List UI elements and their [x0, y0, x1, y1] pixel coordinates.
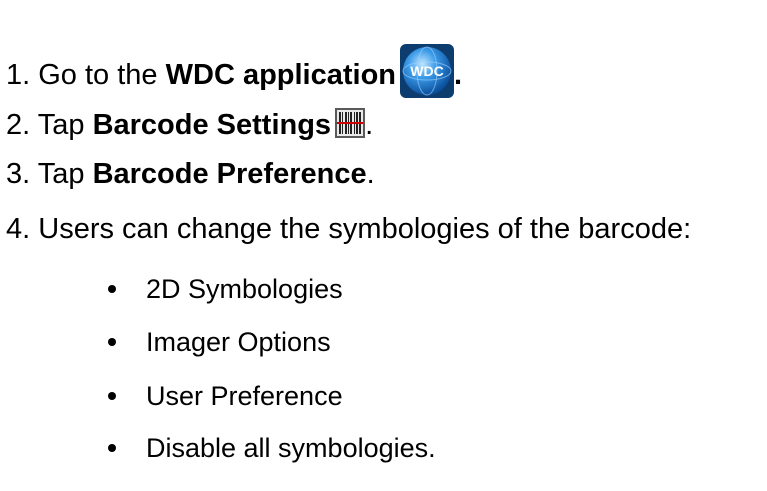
- step-1-prefix: Go to the: [38, 59, 158, 91]
- wdc-icon-label: WDC: [410, 63, 443, 79]
- step-3-number: 3.: [6, 158, 31, 190]
- bullet-dot: [108, 443, 116, 452]
- step-1-app-name: WDC application: [165, 59, 397, 91]
- step-3: 3. Tap Barcode Preference.: [6, 157, 375, 191]
- step-1-number: 1.: [6, 59, 31, 91]
- step-4-number: 4.: [6, 213, 31, 245]
- list-item: Disable all symbologies.: [108, 432, 436, 464]
- list-item-label: 2D Symbologies: [146, 274, 343, 304]
- bullet-dot: [108, 391, 116, 400]
- step-3-prefix: Tap: [37, 158, 85, 190]
- step-1: 1. Go to the WDC application WDC .: [6, 44, 462, 98]
- step-2-prefix: Tap: [37, 109, 85, 141]
- wdc-app-icon: WDC: [400, 44, 455, 98]
- step-3-suffix: .: [366, 158, 375, 190]
- step-3-option-name: Barcode Preference: [92, 158, 367, 190]
- step-2-suffix: .: [365, 109, 374, 141]
- list-item: 2D Symbologies: [108, 273, 343, 305]
- list-item-label: User Preference: [146, 381, 343, 411]
- bullet-dot: [108, 337, 116, 346]
- step-4-text: Users can change the symbologies of the …: [38, 213, 692, 245]
- bullet-dot: [108, 284, 116, 293]
- list-item: User Preference: [108, 380, 343, 412]
- step-2-number: 2.: [6, 109, 31, 141]
- step-4: 4. Users can change the symbologies of t…: [6, 212, 691, 246]
- step-1-suffix: .: [454, 59, 463, 91]
- list-item-label: Imager Options: [146, 327, 331, 357]
- barcode-settings-icon: [335, 108, 366, 138]
- list-item-label: Disable all symbologies.: [146, 433, 436, 463]
- list-item: Imager Options: [108, 326, 331, 358]
- step-2: 2. Tap Barcode Settings .: [6, 108, 373, 142]
- step-2-setting-name: Barcode Settings: [92, 109, 332, 141]
